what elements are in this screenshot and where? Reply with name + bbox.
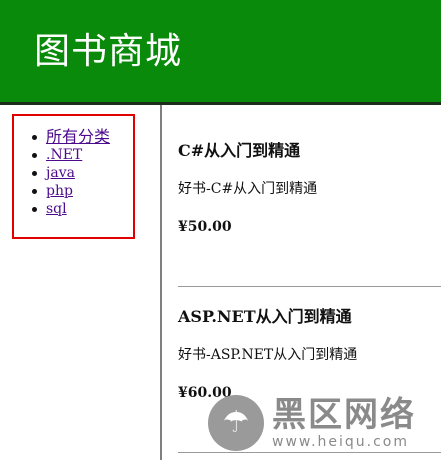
book-divider — [178, 286, 441, 287]
category-list: 所有分类 .NET java php sql — [32, 128, 110, 218]
watermark-text: 黑区网络 www.heiqu.com — [272, 396, 416, 450]
category-item-sql: sql — [32, 200, 110, 218]
bullet-icon — [32, 170, 37, 176]
watermark-url: www.heiqu.com — [272, 434, 410, 450]
watermark: ☂ 黑区网络 www.heiqu.com — [208, 390, 438, 456]
bullet-icon — [32, 152, 37, 158]
watermark-brand: 黑区网络 — [272, 395, 416, 435]
book-description: 好书-C#从入门到精通 — [178, 181, 318, 197]
category-item-php: php — [32, 182, 110, 200]
book-price: ¥50.00 — [178, 219, 232, 235]
book-item: C#从入门到精通 好书-C#从入门到精通 ¥50.00 — [178, 141, 441, 236]
site-header: 图书商城 — [0, 0, 441, 105]
bullet-icon — [32, 188, 37, 194]
category-link-dotnet[interactable]: .NET — [46, 146, 82, 164]
mushroom-logo-icon: ☂ — [208, 395, 264, 451]
category-item-java: java — [32, 164, 110, 182]
category-item-dotnet: .NET — [32, 146, 110, 164]
category-link-sql[interactable]: sql — [46, 200, 67, 218]
category-link-php[interactable]: php — [46, 182, 73, 200]
book-item: ASP.NET从入门到精通 好书-ASP.NET从入门到精通 ¥60.00 — [178, 307, 441, 402]
book-description: 好书-ASP.NET从入门到精通 — [178, 347, 358, 363]
category-link-all[interactable]: 所有分类 — [46, 128, 110, 146]
category-box: 所有分类 .NET java php sql — [12, 114, 135, 239]
bullet-icon — [32, 206, 37, 212]
site-title: 图书商城 — [34, 31, 183, 72]
bullet-icon — [32, 134, 37, 140]
category-sidebar: 所有分类 .NET java php sql — [0, 105, 162, 460]
book-title[interactable]: ASP.NET从入门到精通 — [178, 307, 441, 327]
category-link-java[interactable]: java — [46, 164, 75, 182]
book-title[interactable]: C#从入门到精通 — [178, 141, 441, 161]
category-item-all: 所有分类 — [32, 128, 110, 146]
